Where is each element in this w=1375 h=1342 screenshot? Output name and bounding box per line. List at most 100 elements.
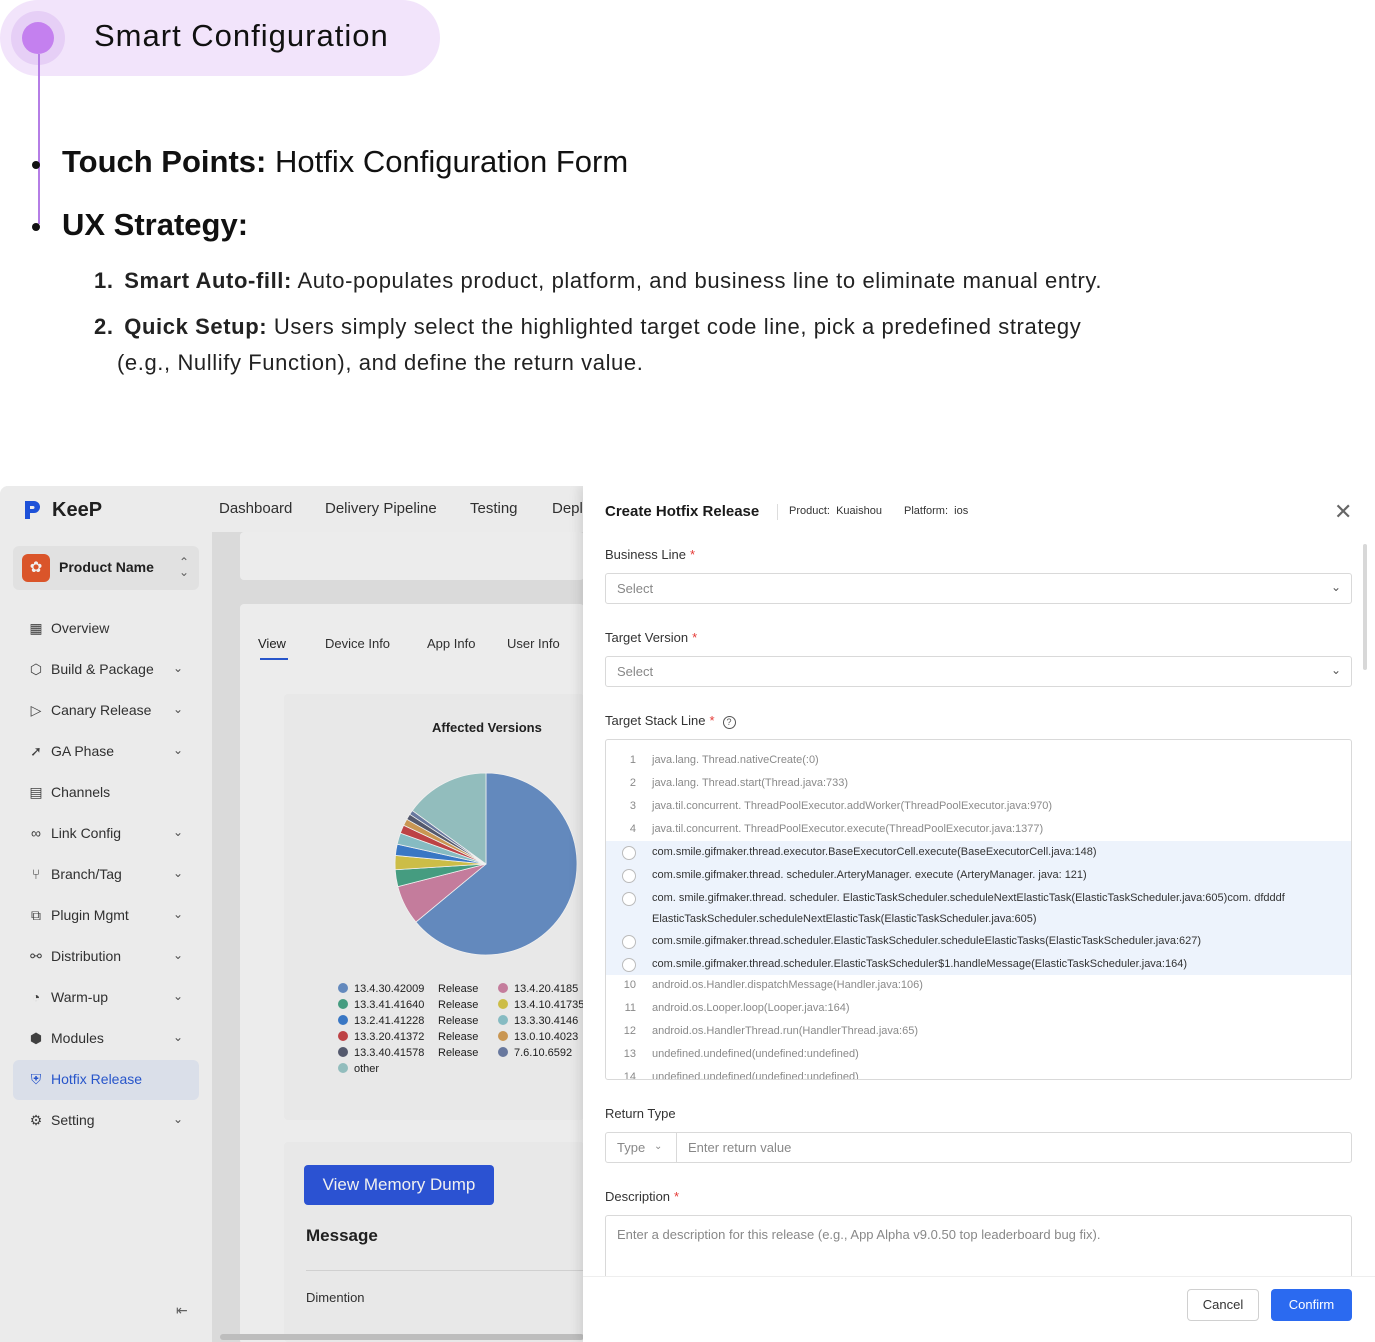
drawer-scrollbar[interactable] bbox=[1363, 544, 1367, 670]
return-value-placeholder: Enter return value bbox=[688, 1140, 792, 1155]
description-textarea[interactable]: Enter a description for this release (e.… bbox=[605, 1215, 1352, 1285]
sidebar-item-label: Link Config bbox=[51, 825, 122, 841]
legend-item[interactable]: 13.4.30.42009 Release bbox=[338, 983, 478, 995]
legend-label: 13.0.10.4023 bbox=[514, 1031, 579, 1043]
distribution-icon: ⚯ bbox=[30, 948, 42, 964]
required-mark: * bbox=[674, 1189, 680, 1204]
type-placeholder: Type bbox=[617, 1140, 646, 1155]
sidebar-item-link-config[interactable]: ∞ Link Config ⌄ bbox=[13, 814, 199, 854]
stack-line-text: com. smile.gifmaker.thread. scheduler. E… bbox=[652, 892, 1285, 904]
sidebar-item-distribution[interactable]: ⚯ Distribution ⌄ bbox=[13, 937, 199, 977]
legend-item[interactable]: 13.3.30.4146 bbox=[498, 1015, 578, 1027]
legend-item[interactable]: 13.2.41.41228 Release bbox=[338, 1015, 478, 1027]
legend-label: 13.3.40.41578 bbox=[354, 1047, 425, 1059]
legend-tag: Release bbox=[438, 999, 479, 1011]
line-number: 4 bbox=[629, 823, 636, 835]
legend-item[interactable]: 13.4.10.41735 bbox=[498, 999, 584, 1011]
view-memory-dump-button[interactable]: View Memory Dump bbox=[304, 1165, 494, 1205]
top-card bbox=[240, 532, 584, 580]
package-icon: ⬡ bbox=[29, 661, 43, 677]
legend-label: 13.2.41.41228 bbox=[354, 1015, 425, 1027]
sidebar-item-build-package[interactable]: ⬡ Build & Package ⌄ bbox=[13, 650, 199, 690]
nav-dashboard[interactable]: Dashboard bbox=[219, 500, 292, 517]
legend-item[interactable]: 7.6.10.6592 bbox=[498, 1047, 572, 1059]
dimention-label: Dimention bbox=[306, 1290, 365, 1305]
sidebar-item-modules[interactable]: ⬢ Modules ⌄ bbox=[13, 1019, 199, 1059]
create-hotfix-drawer: Create Hotfix Release Product: Kuaishou … bbox=[583, 486, 1375, 1342]
return-value-input[interactable]: Enter return value bbox=[676, 1132, 1352, 1163]
item-label: Smart Auto-fill: bbox=[124, 268, 292, 293]
line-number: 2 bbox=[629, 777, 636, 789]
product-meta: Product: Kuaishou bbox=[789, 505, 882, 517]
legend-item[interactable]: 13.4.20.4185 bbox=[498, 983, 578, 995]
chevron-down-icon: ⌄ bbox=[172, 989, 183, 1003]
radio-button[interactable] bbox=[622, 846, 636, 860]
sidebar-item-warm-up[interactable]: ◔ Warm-up ⌄ bbox=[13, 978, 199, 1018]
sidebar-item-hotfix-release[interactable]: ⛨ Hotfix Release bbox=[13, 1060, 199, 1100]
sidebar-item-setting[interactable]: ⚙ Setting ⌄ bbox=[13, 1101, 199, 1141]
product-meta-value: Kuaishou bbox=[836, 505, 882, 517]
legend-tag: Release bbox=[438, 983, 479, 995]
tab-view[interactable]: View bbox=[258, 636, 286, 651]
paper-plane-icon: ➚ bbox=[30, 743, 42, 759]
horizontal-scrollbar[interactable] bbox=[220, 1334, 584, 1340]
logo-text: KeeP bbox=[52, 498, 103, 521]
description-label-text: Description bbox=[605, 1189, 671, 1204]
radio-button[interactable] bbox=[622, 935, 636, 949]
radio-button[interactable] bbox=[622, 892, 636, 906]
collapse-sidebar-icon[interactable]: ⇤ bbox=[176, 1302, 188, 1319]
radio-button[interactable] bbox=[622, 958, 636, 972]
product-switcher[interactable]: ✿ Product Name ⌃ ⌄ bbox=[13, 546, 199, 590]
legend-item[interactable]: 13.3.40.41578 Release bbox=[338, 1047, 478, 1059]
return-type-select[interactable]: Type ⌄ bbox=[605, 1132, 677, 1163]
title-divider bbox=[777, 504, 778, 520]
app-window: KeeP ✿ Product Name ⌃ ⌄ ▦ Overview ⬡ Build &… bbox=[0, 486, 1375, 1342]
legend-label: 13.4.10.41735 bbox=[514, 999, 585, 1011]
sidebar-item-channels[interactable]: ▤ Channels bbox=[13, 773, 199, 813]
sidebar-item-label: Distribution bbox=[51, 948, 122, 964]
line-number: 12 bbox=[623, 1025, 636, 1037]
legend-item[interactable]: other bbox=[338, 1063, 379, 1075]
stack-trace-list: 1 java.lang. Thread.nativeCreate(:0) 2 java… bbox=[605, 739, 1352, 1080]
target-version-select[interactable]: Select ⌄ bbox=[605, 656, 1352, 687]
target-version-label-text: Target Version bbox=[605, 630, 689, 645]
legend-label: 13.3.30.4146 bbox=[514, 1015, 579, 1027]
tab-device-info[interactable]: Device Info bbox=[325, 636, 390, 651]
logo[interactable]: KeeP bbox=[22, 498, 102, 522]
timeline-line bbox=[38, 54, 40, 224]
close-icon[interactable]: ✕ bbox=[1334, 501, 1352, 523]
legend-item[interactable]: 13.0.10.4023 bbox=[498, 1031, 578, 1043]
touch-points-line: Touch Points: Hotfix Configuration Form bbox=[62, 144, 628, 180]
nav-testing[interactable]: Testing bbox=[470, 500, 518, 517]
nav-delivery-pipeline[interactable]: Delivery Pipeline bbox=[325, 500, 437, 517]
confirm-button[interactable]: Confirm bbox=[1271, 1289, 1352, 1321]
sidebar-item-canary-release[interactable]: ▷ Canary Release ⌄ bbox=[13, 691, 199, 731]
legend-item[interactable]: 13.3.20.41372 Release bbox=[338, 1031, 478, 1043]
chart-title: Affected Versions bbox=[432, 720, 542, 735]
nav-deploy[interactable]: Depl bbox=[552, 500, 583, 517]
line-number: 1 bbox=[629, 754, 636, 766]
sidebar-item-label: Canary Release bbox=[51, 702, 152, 718]
highlight-region bbox=[606, 841, 1351, 975]
keep-logo-icon bbox=[25, 501, 40, 519]
sidebar-item-ga-phase[interactable]: ➚ GA Phase ⌄ bbox=[13, 732, 199, 772]
legend-swatch bbox=[498, 1047, 508, 1057]
tab-user-info[interactable]: User Info bbox=[507, 636, 560, 651]
help-icon[interactable]: ? bbox=[722, 716, 736, 729]
sidebar-item-label: Build & Package bbox=[51, 661, 154, 677]
description-label: Description * bbox=[605, 1189, 679, 1204]
sidebar-item-plugin-mgmt[interactable]: ⧉ Plugin Mgmt ⌄ bbox=[13, 896, 199, 936]
legend-item[interactable]: 13.3.41.41640 Release bbox=[338, 999, 478, 1011]
drawer-footer: Cancel Confirm bbox=[583, 1276, 1375, 1342]
sidebar-item-branch-tag[interactable]: ⑂ Branch/Tag ⌄ bbox=[13, 855, 199, 895]
active-tab-indicator bbox=[260, 658, 288, 660]
legend-tag: Release bbox=[438, 1015, 479, 1027]
item-number: 1. bbox=[94, 268, 114, 293]
sidebar: KeeP ✿ Product Name ⌃ ⌄ ▦ Overview ⬡ Build &… bbox=[0, 486, 212, 1342]
business-line-select[interactable]: Select ⌄ bbox=[605, 573, 1352, 604]
sidebar-item-overview[interactable]: ▦ Overview bbox=[13, 609, 199, 649]
cancel-button[interactable]: Cancel bbox=[1187, 1289, 1259, 1321]
radio-button[interactable] bbox=[622, 869, 636, 883]
sidebar-item-label: GA Phase bbox=[51, 743, 115, 759]
tab-app-info[interactable]: App Info bbox=[427, 636, 475, 651]
